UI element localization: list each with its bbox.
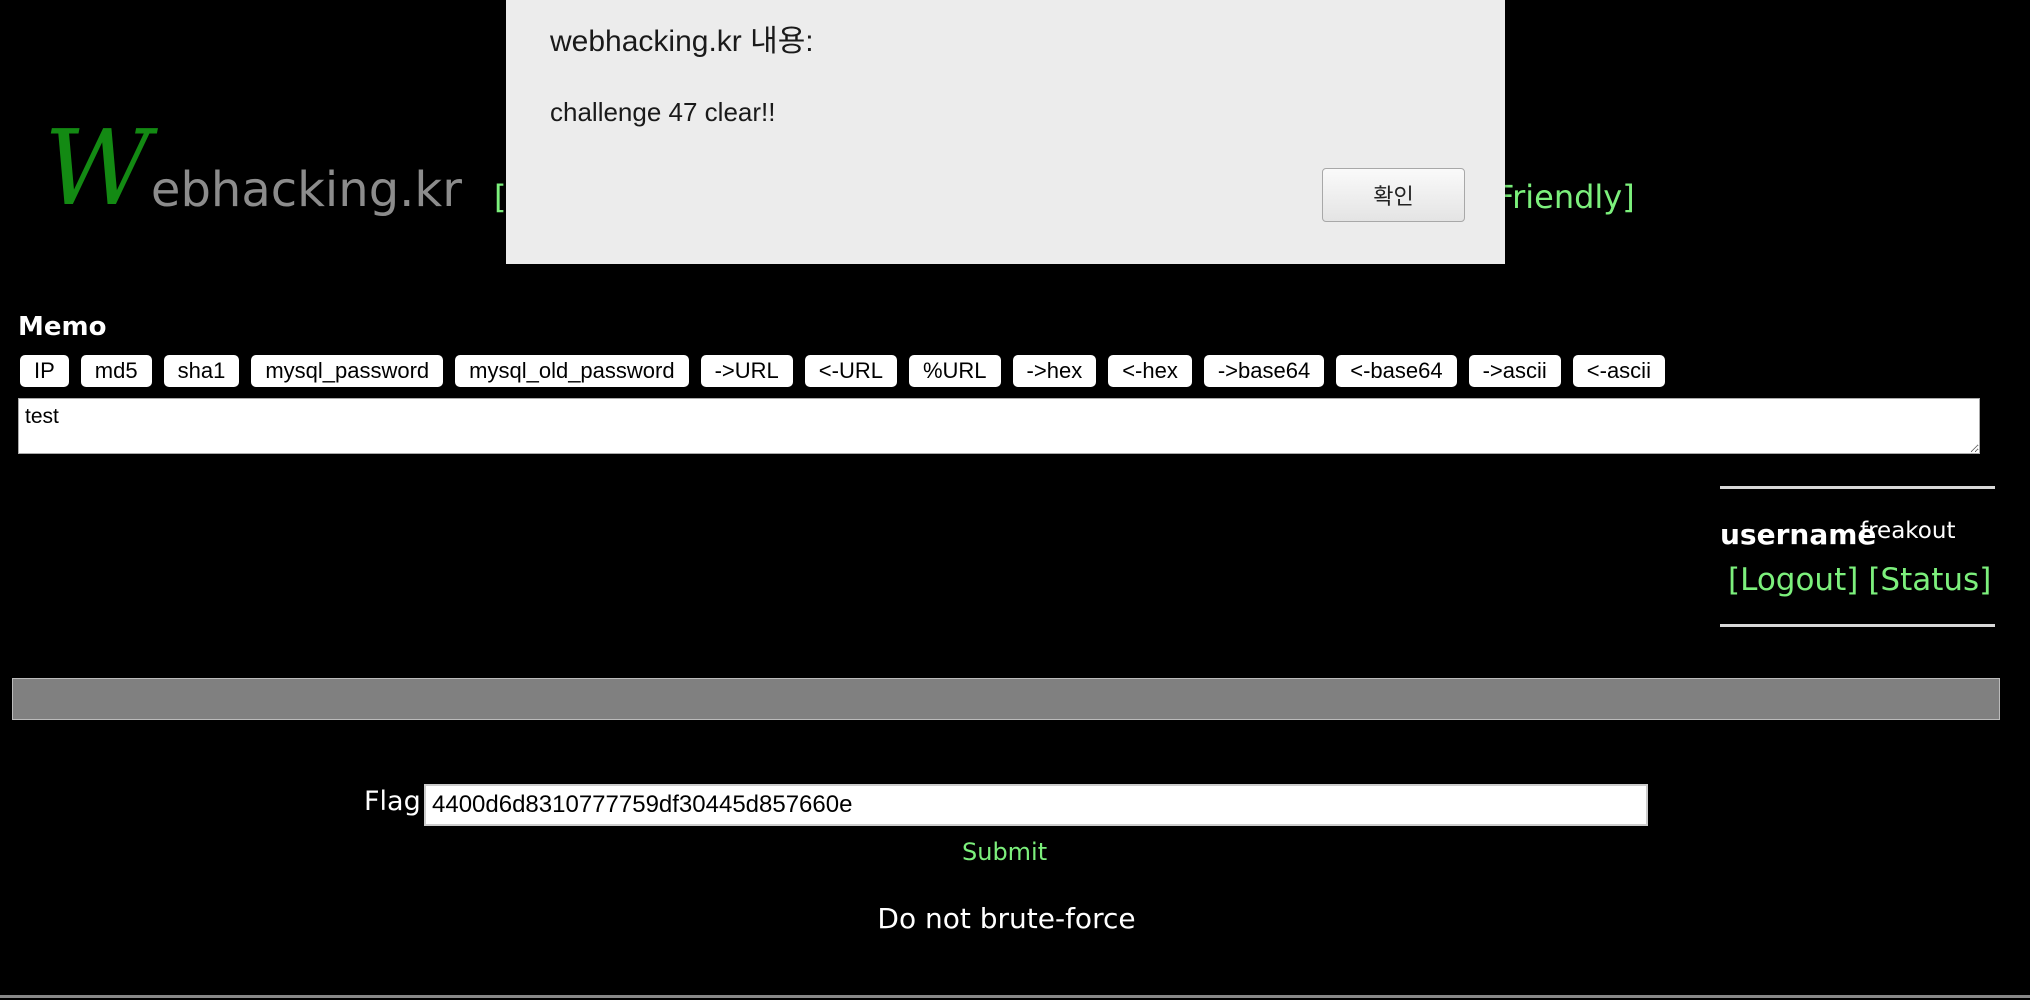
submit-link[interactable]: Submit — [962, 838, 1047, 866]
site-logo[interactable]: W ebhacking.kr — [44, 116, 462, 220]
dialog-message: challenge 47 clear!! — [550, 97, 776, 127]
memo-button-hex-decode[interactable]: <-hex — [1108, 355, 1192, 387]
memo-button-ascii-decode[interactable]: <-ascii — [1572, 355, 1665, 387]
header-nav-left[interactable]: [ — [494, 178, 506, 216]
user-panel-divider-top — [1720, 486, 1995, 489]
memo-button-percent-url[interactable]: %URL — [908, 355, 1001, 387]
memo-button-url-encode[interactable]: ->URL — [700, 355, 793, 387]
memo-button-url-decode[interactable]: <-URL — [804, 355, 897, 387]
dialog-title: webhacking.kr 내용: — [550, 25, 814, 58]
bottom-divider — [0, 995, 2030, 998]
memo-label: Memo — [18, 312, 107, 342]
page: W ebhacking.kr [ Friendly] Memo IP md5 s… — [0, 0, 2030, 1000]
status-link[interactable]: [Status] — [1868, 562, 1991, 598]
memo-button-md5[interactable]: md5 — [80, 355, 152, 387]
brute-force-notice: Do not brute-force — [877, 902, 1136, 935]
memo-button-mysql-old-password[interactable]: mysql_old_password — [455, 355, 689, 387]
header-nav-friendly[interactable]: Friendly] — [1496, 178, 1635, 216]
memo-button-ascii-encode[interactable]: ->ascii — [1468, 355, 1561, 387]
dialog-ok-button[interactable]: 확인 — [1322, 168, 1465, 222]
flag-input[interactable] — [424, 784, 1648, 826]
content-header-bar — [12, 678, 2000, 720]
flag-label: Flag — [364, 786, 421, 817]
memo-textarea[interactable]: test — [18, 398, 1980, 454]
logo-first-letter: W — [44, 107, 151, 229]
username-label: username — [1720, 518, 1877, 551]
username-value: freakout — [1860, 518, 1956, 544]
user-panel-divider-bottom — [1720, 624, 1995, 627]
memo-button-mysql-password[interactable]: mysql_password — [251, 355, 444, 387]
user-links: [Logout] [Status] — [1728, 562, 1991, 598]
memo-button-base64-encode[interactable]: ->base64 — [1203, 355, 1325, 387]
logo-text: ebhacking.kr — [150, 162, 462, 218]
memo-toolbar: IP md5 sha1 mysql_password mysql_old_pas… — [20, 355, 1665, 387]
logout-link[interactable]: [Logout] — [1728, 562, 1858, 598]
memo-button-base64-decode[interactable]: <-base64 — [1336, 355, 1457, 387]
memo-button-hex-encode[interactable]: ->hex — [1012, 355, 1097, 387]
memo-button-sha1[interactable]: sha1 — [163, 355, 240, 387]
memo-button-ip[interactable]: IP — [20, 355, 69, 387]
alert-dialog: webhacking.kr 내용: challenge 47 clear!! 확… — [506, 0, 1505, 264]
